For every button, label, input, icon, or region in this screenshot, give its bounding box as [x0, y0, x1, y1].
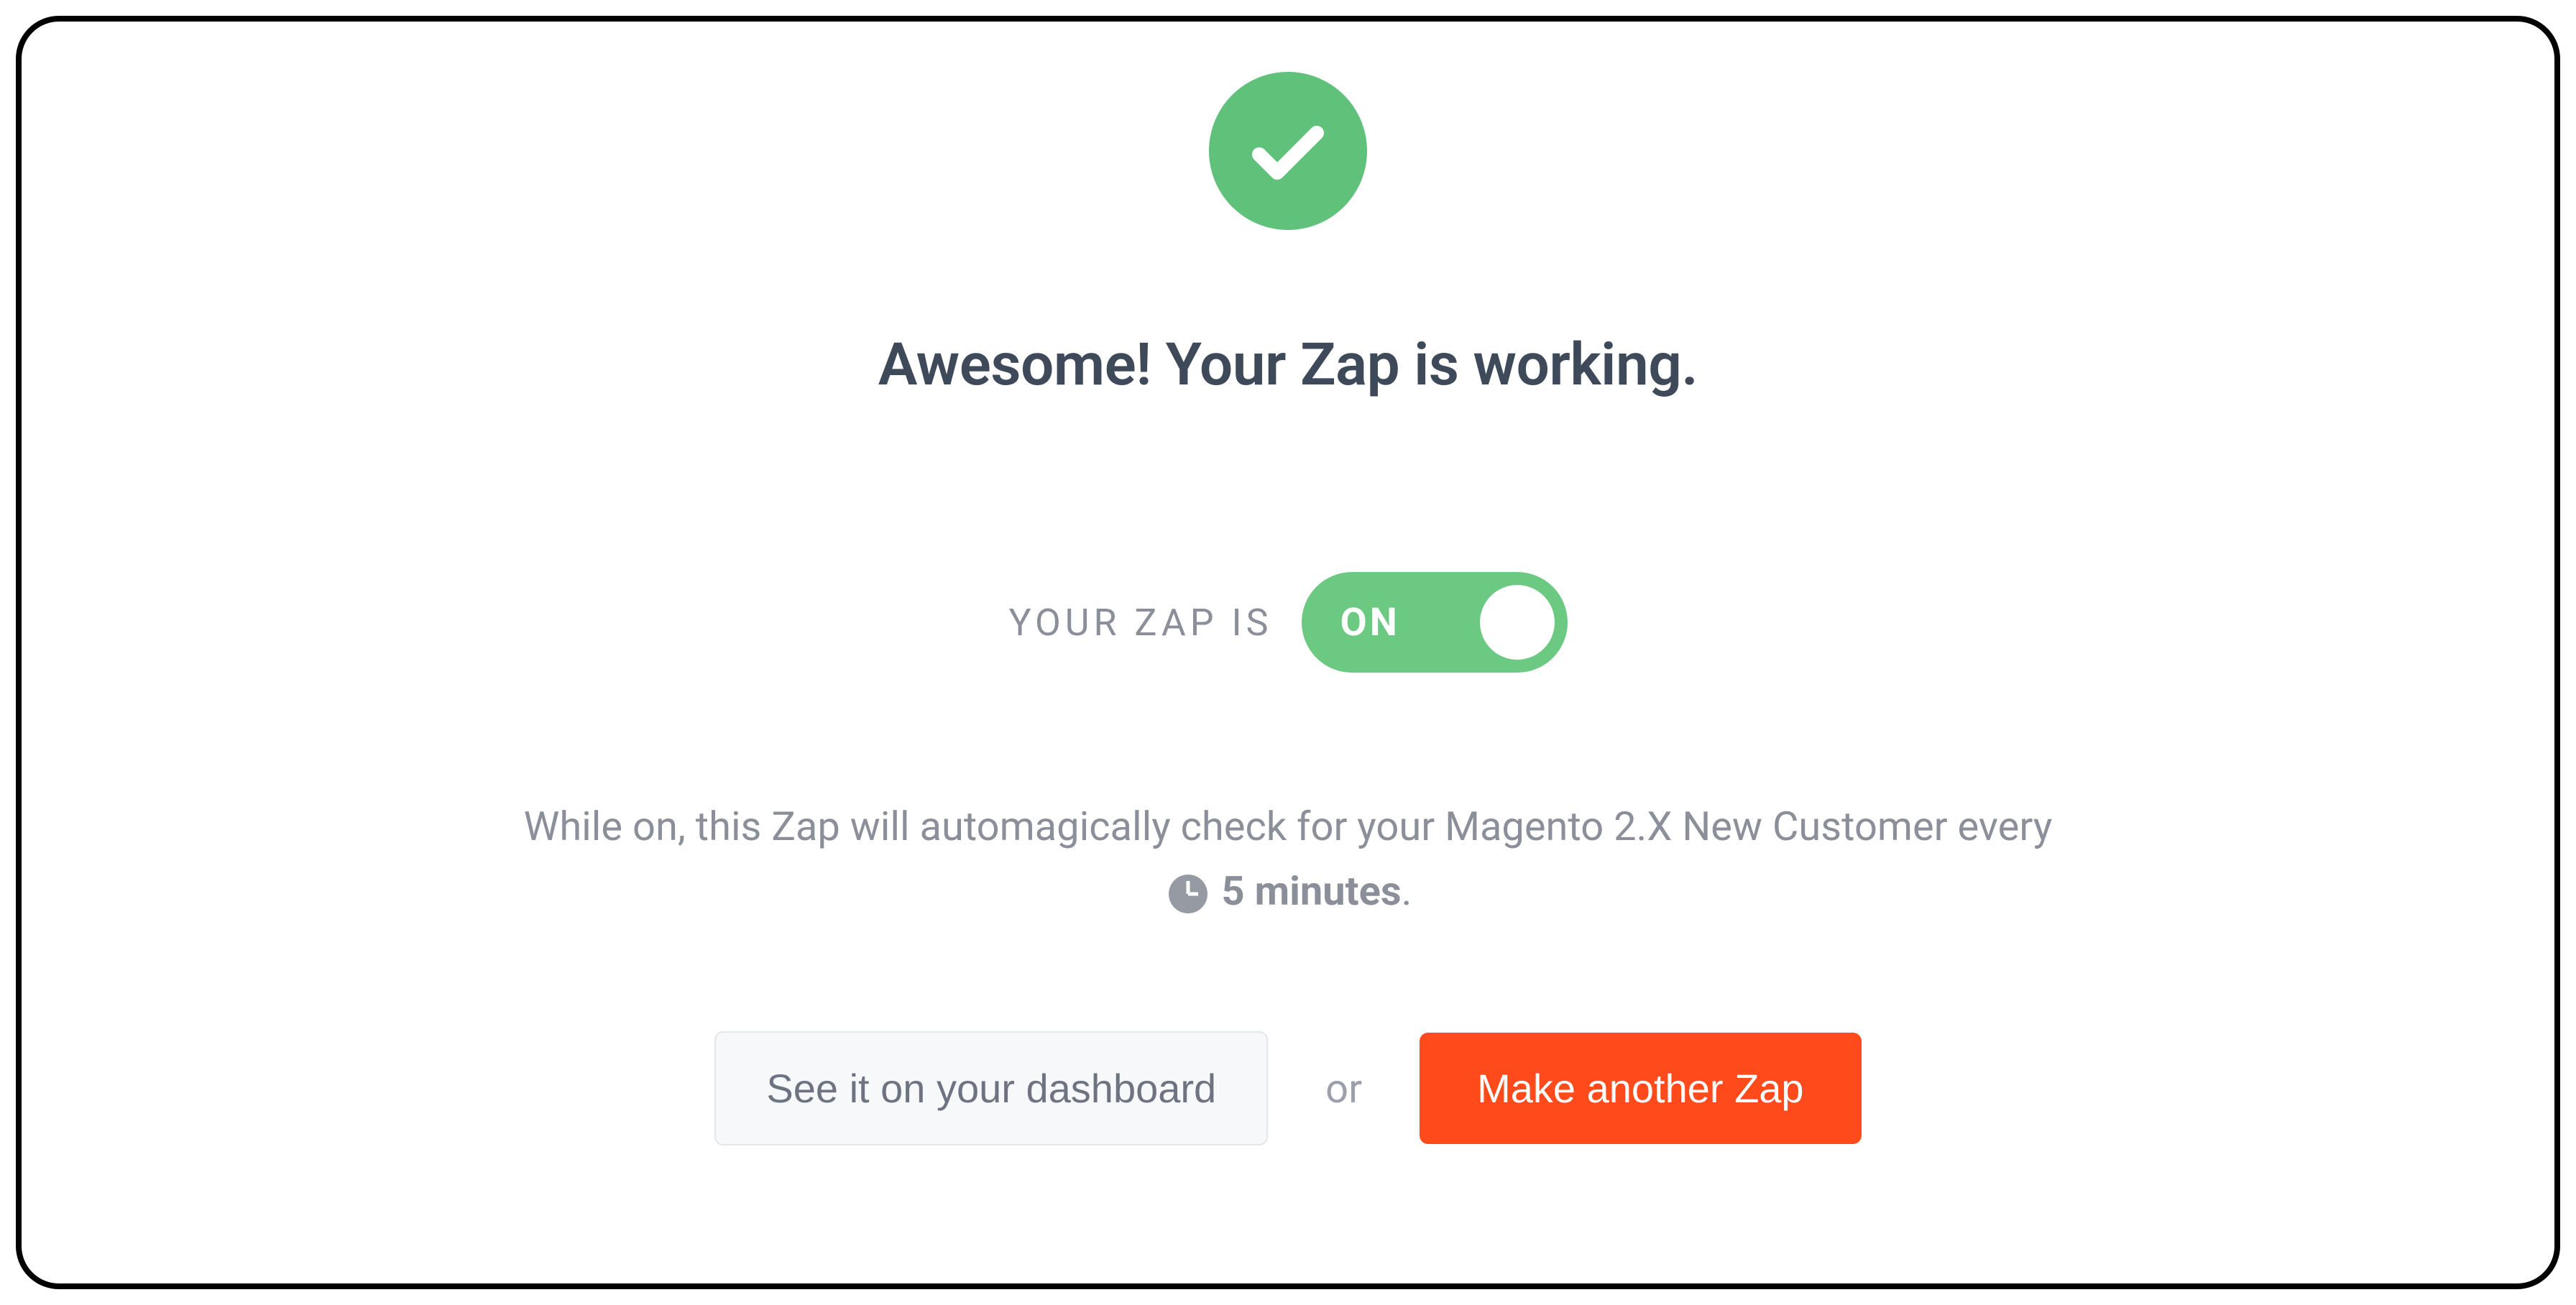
description-part2: .: [1402, 867, 1412, 915]
action-button-row: See it on your dashboard or Make another…: [714, 1031, 1861, 1145]
success-card: Awesome! Your Zap is working. YOUR ZAP I…: [16, 16, 2560, 1289]
toggle-on-text: ON: [1340, 600, 1400, 645]
zap-description: While on, this Zap will automagically ch…: [497, 795, 2079, 923]
success-headline: Awesome! Your Zap is working.: [878, 331, 1698, 400]
check-circle-icon: [1209, 72, 1367, 230]
status-label: YOUR ZAP IS: [1008, 601, 1272, 645]
zap-toggle[interactable]: ON: [1302, 572, 1568, 673]
toggle-knob: [1480, 585, 1555, 660]
clock-icon: [1169, 875, 1208, 913]
zap-status-row: YOUR ZAP IS ON: [1008, 572, 1567, 673]
dashboard-button[interactable]: See it on your dashboard: [714, 1031, 1268, 1145]
or-text: or: [1325, 1065, 1362, 1112]
interval-text: 5 minutes: [1222, 867, 1402, 915]
make-another-zap-button[interactable]: Make another Zap: [1420, 1033, 1861, 1144]
description-part1: While on, this Zap will automagically ch…: [524, 803, 2053, 850]
